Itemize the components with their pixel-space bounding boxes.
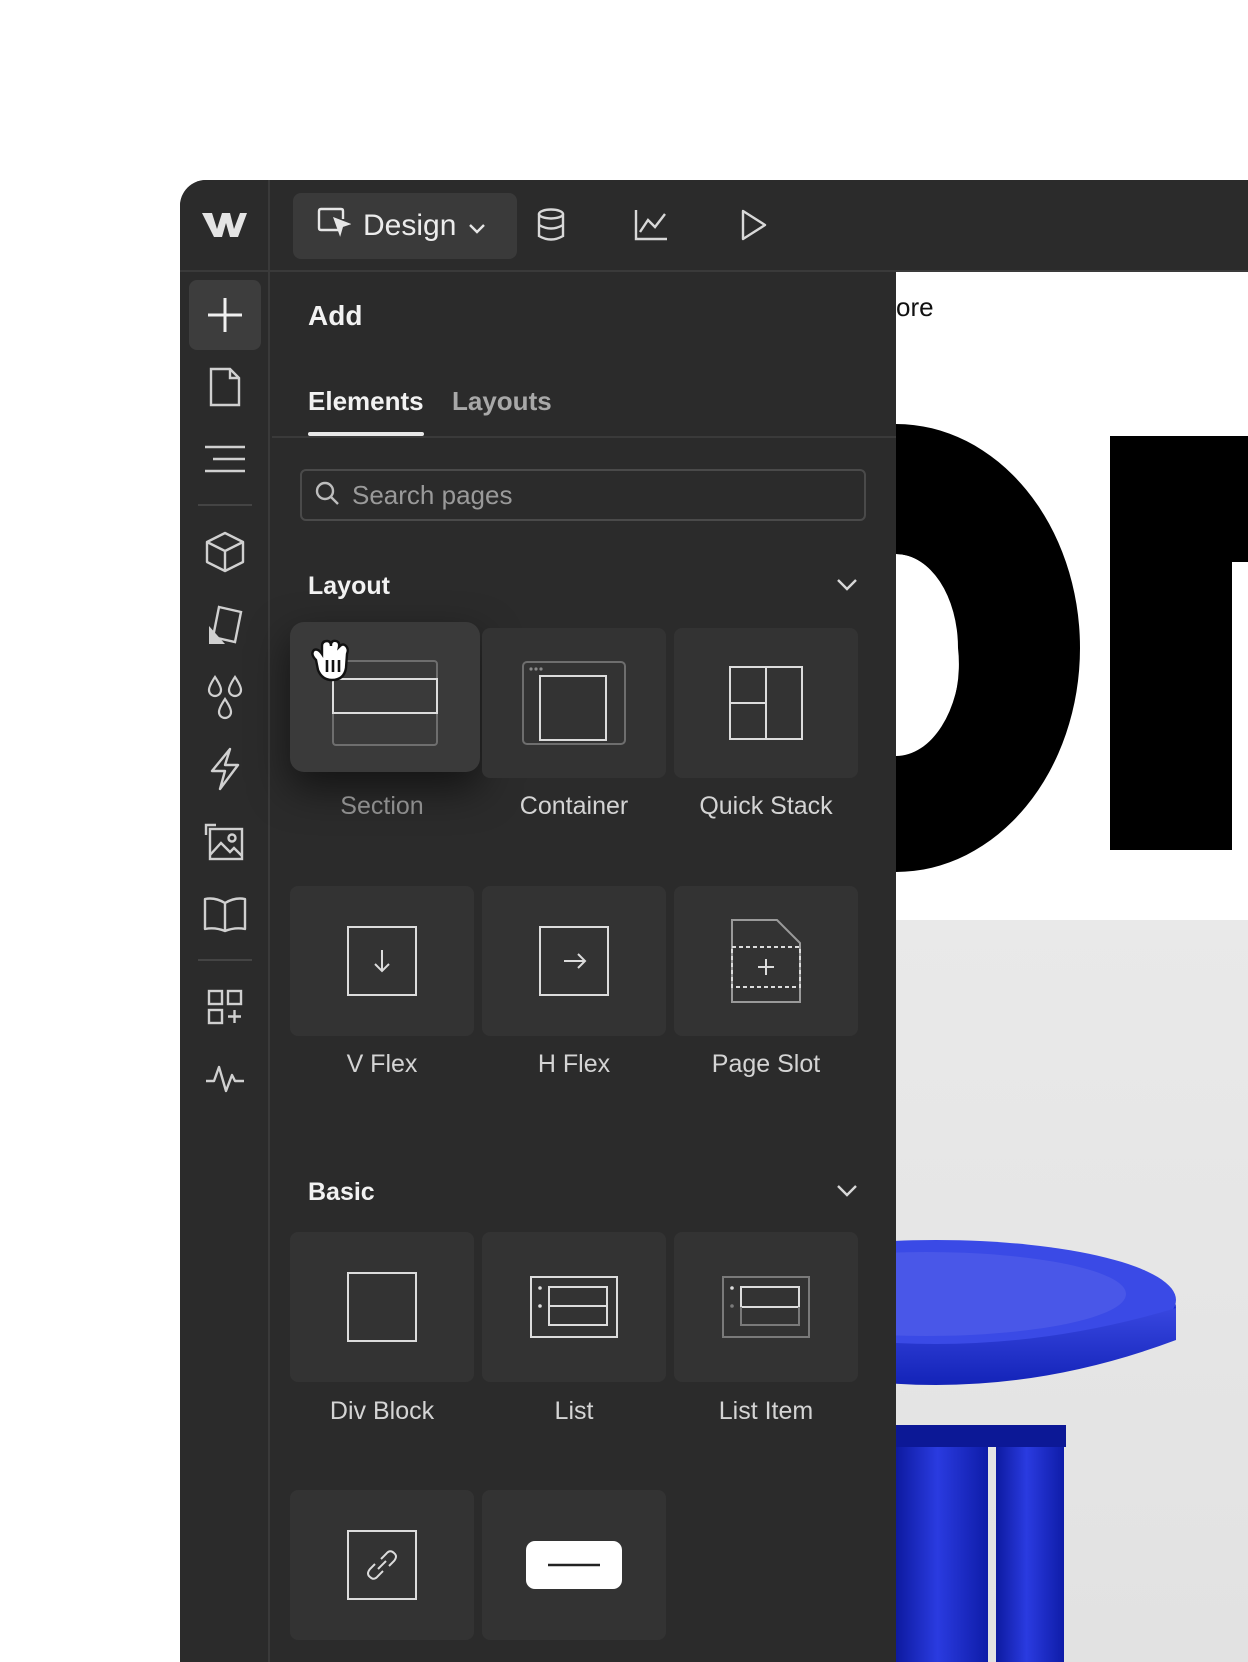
element-tile-v-flex[interactable] [290,886,474,1036]
left-rail [180,272,270,1662]
designer-window: Design Add Elements Layouts Search pages… [180,180,1248,1662]
search-input[interactable] [350,478,834,512]
pages-icon[interactable] [189,352,261,422]
mode-label: Design [363,209,457,242]
canvas-product-image [896,920,1248,1662]
components-icon[interactable] [189,517,261,587]
style-selectors-icon[interactable] [189,590,261,660]
top-toolbar: Design [180,180,1248,272]
active-tab-indicator [308,432,424,436]
element-label: Page Slot [711,1050,821,1078]
search-field[interactable] [300,469,866,521]
element-tile-section[interactable] [290,622,480,772]
canvas-hero-graphic [896,424,1248,872]
blue-stool-image [896,1240,1176,1662]
section-title-layout: Layout [308,572,390,600]
database-icon[interactable] [528,202,574,248]
element-tile-h-flex[interactable] [482,886,666,1036]
panel-tabs: Elements Layouts [272,364,896,438]
drag-hand-cursor-icon [306,638,356,689]
element-label: V Flex [346,1050,418,1078]
analytics-icon[interactable] [628,202,674,248]
canvas-preview[interactable]: ore [896,272,1248,1662]
design-mode-button[interactable]: Design [293,193,517,259]
section-title-basic: Basic [308,1178,375,1206]
chevron-down-icon[interactable] [836,1184,858,1203]
element-label: Div Block [329,1397,435,1425]
variables-icon[interactable] [189,662,261,732]
element-tile-page-slot[interactable] [674,886,858,1036]
search-icon [314,480,340,511]
element-label: H Flex [537,1050,611,1078]
interactions-icon[interactable] [189,734,261,804]
rail-divider [198,959,252,961]
cursor-select-icon [317,206,352,246]
element-tile-quick-stack[interactable] [674,628,858,778]
play-icon[interactable] [730,202,776,248]
element-label: List Item [718,1397,814,1425]
element-label: List [554,1397,594,1425]
element-tile-div-block[interactable] [290,1232,474,1382]
tab-layouts[interactable]: Layouts [452,386,552,417]
add-panel: Add Elements Layouts Layout Sect [272,272,898,1662]
webflow-logo-icon[interactable] [180,180,270,270]
chevron-down-icon[interactable] [836,578,858,597]
chevron-down-icon [468,209,486,243]
element-tile-container[interactable] [482,628,666,778]
apps-icon[interactable] [189,972,261,1042]
tab-elements[interactable]: Elements [308,386,424,417]
audit-icon[interactable] [189,1044,261,1114]
element-tile-link-block[interactable] [290,1490,474,1640]
element-label: Quick Stack [699,792,833,820]
element-tile-button[interactable] [482,1490,666,1640]
element-label: Container [519,792,629,820]
assets-icon[interactable] [189,807,261,877]
add-icon[interactable] [189,280,261,350]
cms-book-icon[interactable] [189,879,261,949]
panel-title: Add [308,300,363,331]
rail-divider [198,504,252,506]
element-tile-list-item[interactable] [674,1232,858,1382]
navigator-icon[interactable] [189,424,261,494]
element-label: Section [340,792,424,820]
element-tile-list[interactable] [482,1232,666,1382]
